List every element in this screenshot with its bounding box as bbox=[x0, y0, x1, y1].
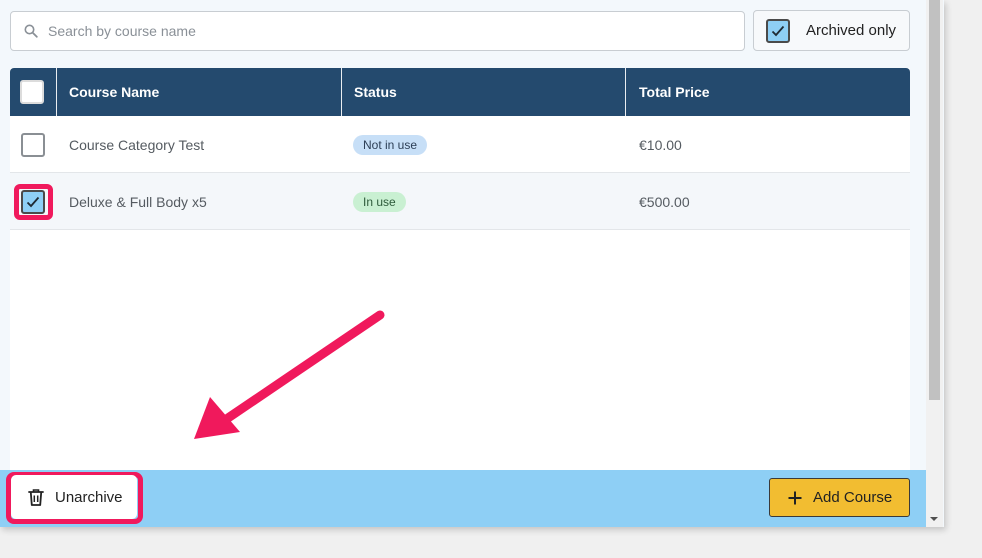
row-select-cell bbox=[21, 173, 51, 230]
checkmark-icon bbox=[26, 196, 40, 207]
column-header-course-name[interactable]: Course Name bbox=[69, 68, 339, 116]
price-cell: €500.00 bbox=[639, 193, 690, 210]
status-badge: In use bbox=[353, 191, 406, 212]
status-cell: In use bbox=[353, 173, 623, 230]
footer-action-bar: Unarchive Add Course bbox=[0, 470, 926, 527]
status-badge: Not in use bbox=[353, 134, 428, 155]
price-cell: €10.00 bbox=[639, 136, 682, 153]
course-manager-window: Archived only Course Name Status Total P… bbox=[0, 0, 944, 527]
unarchive-button-label: Unarchive bbox=[55, 488, 123, 506]
unarchive-button[interactable]: Unarchive bbox=[11, 475, 137, 519]
courses-table: Course Name Status Total Price Course Ca… bbox=[10, 68, 910, 470]
column-divider bbox=[625, 68, 626, 116]
trash-icon bbox=[27, 488, 45, 507]
column-header-total-price[interactable]: Total Price bbox=[639, 68, 899, 116]
column-divider bbox=[56, 68, 57, 116]
archived-only-label: Archived only bbox=[806, 22, 897, 39]
scroll-down-arrow-icon[interactable] bbox=[930, 517, 938, 521]
course-name-cell: Deluxe & Full Body x5 bbox=[69, 193, 207, 210]
plus-icon bbox=[788, 491, 802, 505]
search-icon bbox=[24, 24, 38, 38]
status-cell: Not in use bbox=[353, 116, 623, 173]
checkmark-icon bbox=[771, 25, 785, 36]
scrollbar-thumb[interactable] bbox=[929, 0, 940, 400]
column-header-status[interactable]: Status bbox=[354, 68, 624, 116]
table-row[interactable]: Deluxe & Full Body x5 In use €500.00 bbox=[10, 173, 910, 230]
select-all-cell bbox=[20, 68, 56, 116]
search-input[interactable] bbox=[48, 13, 744, 49]
vertical-scrollbar[interactable] bbox=[926, 0, 943, 527]
archived-only-toggle[interactable]: Archived only bbox=[753, 10, 910, 51]
course-name-cell: Course Category Test bbox=[69, 136, 205, 153]
row-select-cell bbox=[21, 116, 51, 173]
add-course-button[interactable]: Add Course bbox=[769, 478, 910, 517]
add-course-button-label: Add Course bbox=[813, 489, 893, 506]
archived-only-checkbox[interactable] bbox=[766, 18, 790, 43]
column-divider bbox=[341, 68, 342, 116]
table-header: Course Name Status Total Price bbox=[10, 68, 910, 116]
row-checkbox[interactable] bbox=[21, 132, 45, 157]
selected-row-checkbox[interactable] bbox=[21, 189, 45, 214]
table-row[interactable]: Course Category Test Not in use €10.00 bbox=[10, 116, 910, 173]
search-box[interactable] bbox=[10, 11, 745, 51]
select-all-checkbox[interactable] bbox=[20, 80, 44, 104]
